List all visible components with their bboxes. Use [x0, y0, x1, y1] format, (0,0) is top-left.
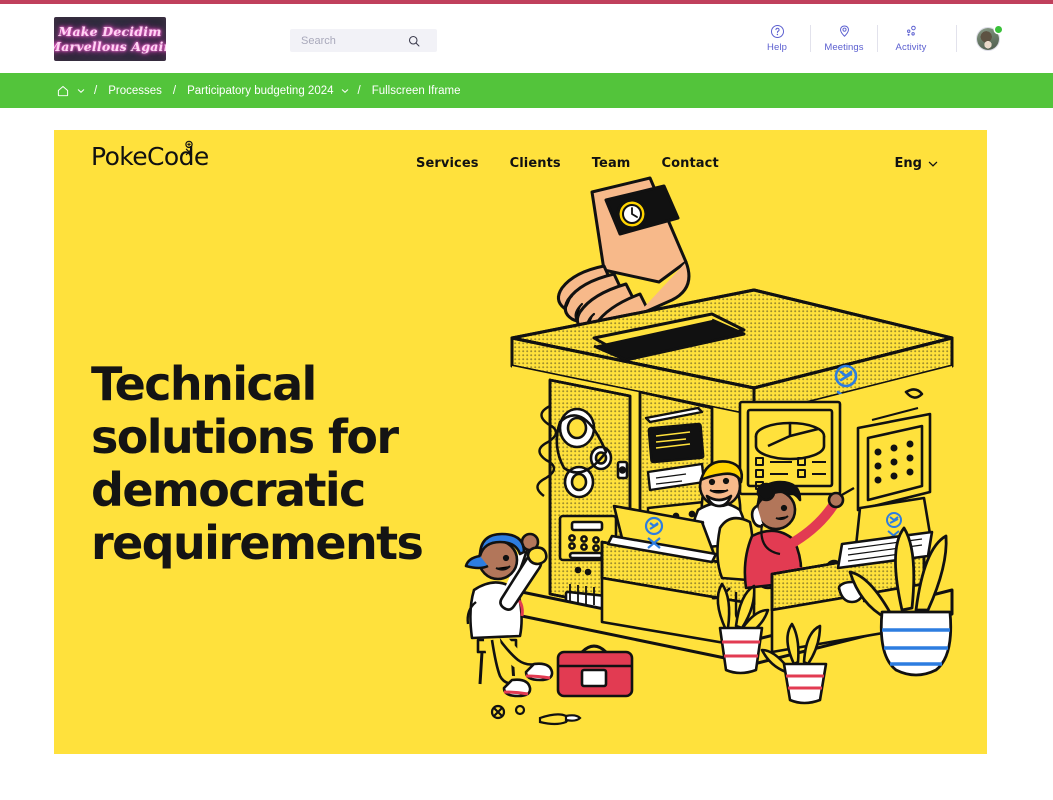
header-nav-activity[interactable]: Activity: [878, 17, 944, 61]
pokecode-mark-icon: [185, 140, 193, 156]
breadcrumb-item-current: Fullscreen Iframe: [371, 84, 461, 97]
header-nav-meetings[interactable]: Meetings: [811, 17, 877, 61]
organization-logo[interactable]: Make Decidim Marvellous Again: [54, 16, 166, 61]
breadcrumb-process-dropdown[interactable]: [341, 87, 349, 95]
breadcrumb-separator: /: [357, 84, 361, 97]
language-selector[interactable]: Eng: [895, 156, 938, 171]
header-nav-help[interactable]: Help: [744, 17, 810, 61]
map-pin-icon: [839, 25, 849, 37]
embedded-site-nav: Services Clients Team Contact: [416, 156, 719, 171]
search-submit-button[interactable]: [402, 29, 426, 52]
hero-title: Technical solutions for democratic requi…: [91, 357, 424, 570]
header-nav-help-label: Help: [767, 42, 787, 53]
header-utility-nav: Help Meetings Activity: [744, 4, 1002, 73]
breadcrumb-item-processes[interactable]: Processes: [106, 85, 164, 97]
breadcrumb-separator: /: [94, 84, 98, 97]
ballot-box-office-illustration: [464, 176, 954, 726]
header-divider-3: [956, 25, 957, 52]
chevron-down-icon: [341, 88, 348, 93]
breadcrumb-separator: /: [172, 84, 177, 97]
nav-item-contact[interactable]: Contact: [661, 156, 718, 171]
search-input[interactable]: [290, 29, 402, 52]
account-menu-button[interactable]: [977, 25, 1002, 50]
nav-item-team[interactable]: Team: [592, 156, 631, 171]
chevron-down-icon: [928, 161, 938, 167]
activity-dots-icon: [906, 25, 916, 36]
fullscreen-iframe-panel: PokeCode Services Clients Team Contact E…: [54, 130, 987, 754]
home-icon: [57, 85, 69, 96]
breadcrumb-home-dropdown[interactable]: [77, 87, 85, 95]
site-header: Make Decidim Marvellous Again Help: [0, 4, 1053, 73]
breadcrumb-item-participatory-budgeting[interactable]: Participatory budgeting 2024: [185, 85, 335, 97]
search-box[interactable]: [290, 29, 437, 52]
header-nav-meetings-label: Meetings: [824, 42, 864, 53]
nav-item-clients[interactable]: Clients: [510, 156, 561, 171]
breadcrumb-home-link[interactable]: [54, 84, 72, 98]
nav-item-services[interactable]: Services: [416, 156, 479, 171]
logo-line-1: Make Decidim: [58, 23, 162, 39]
question-circle-icon: [770, 25, 784, 38]
chevron-down-icon: [77, 88, 85, 93]
logo-line-2: Marvellous Again: [54, 38, 166, 54]
search-icon: [408, 35, 420, 46]
language-selector-label: Eng: [894, 156, 922, 171]
header-nav-activity-label: Activity: [895, 42, 927, 53]
breadcrumb: / Processes / Participatory budgeting 20…: [0, 73, 1053, 108]
status-badge: [995, 25, 1002, 33]
